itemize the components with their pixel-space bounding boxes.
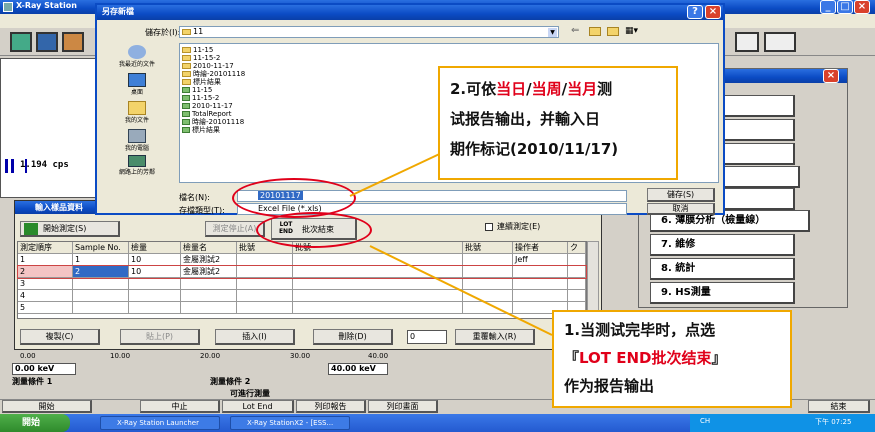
callout-date-tag: 2.可依当日/当周/当月测 试报告输出，并輸入日 期作标记(2010/11/17… [438, 66, 678, 180]
callout-lot-end: 1.当测试完毕时，点选 『LOT END批次结束』 作为报告输出 [552, 310, 792, 408]
